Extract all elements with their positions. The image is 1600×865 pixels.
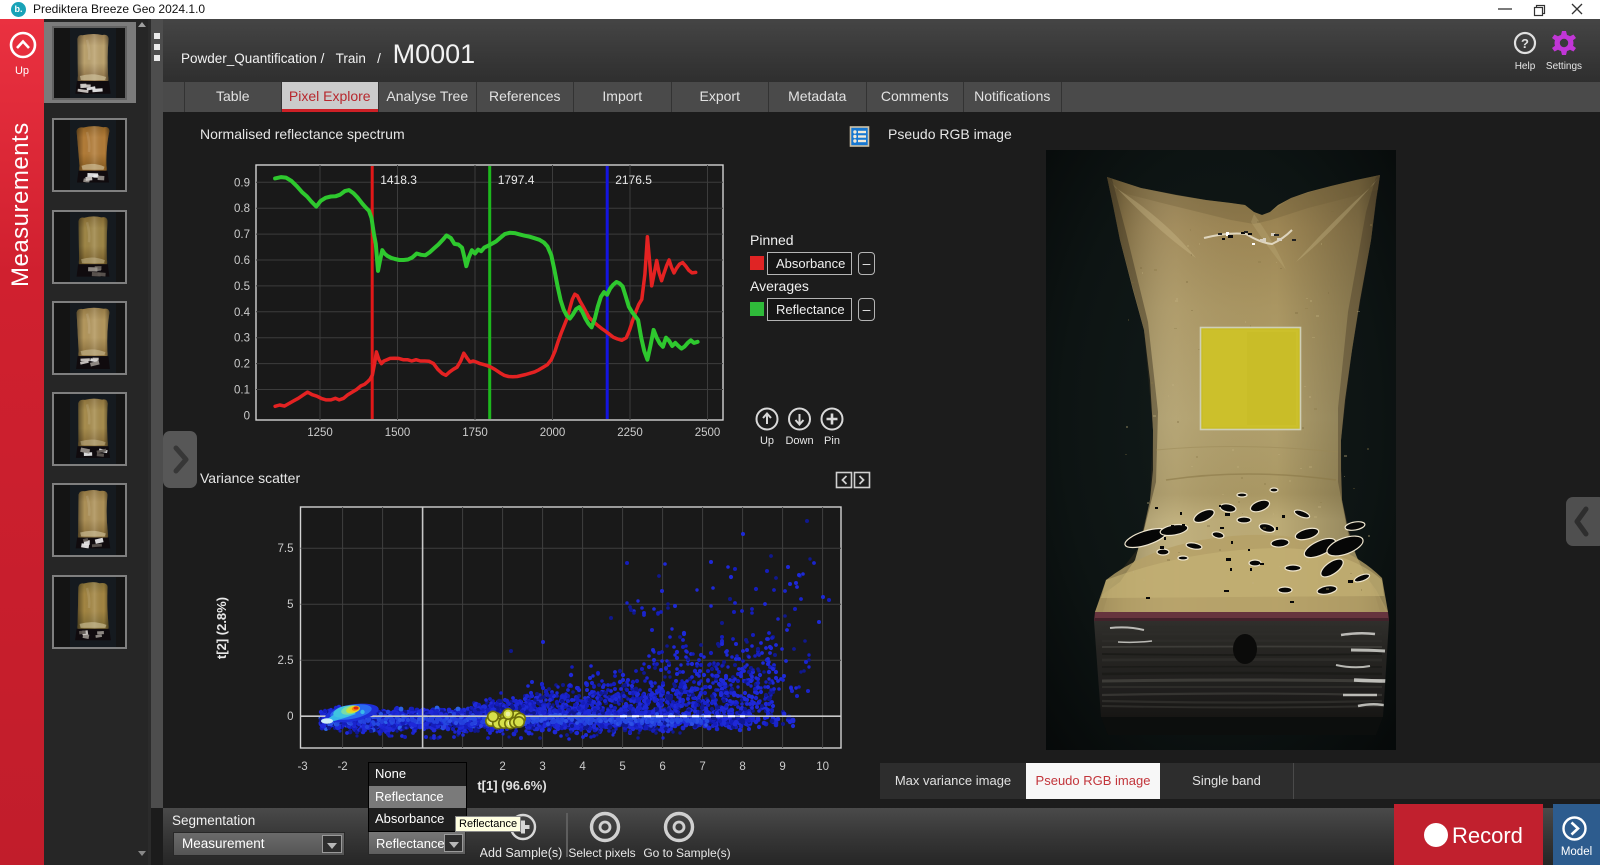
svg-text:Help: Help [1515, 61, 1536, 72]
svg-text:0.8: 0.8 [234, 203, 250, 215]
svg-text:Settings: Settings [1546, 61, 1582, 72]
svg-text:0.6: 0.6 [234, 255, 250, 267]
svg-text:0.9: 0.9 [234, 177, 250, 189]
svg-text:0.3: 0.3 [234, 333, 250, 345]
svg-text:0.2: 0.2 [234, 359, 250, 371]
svg-text:0.1: 0.1 [234, 385, 250, 397]
svg-text:1418.3: 1418.3 [380, 173, 417, 187]
svg-text:0: 0 [244, 410, 250, 422]
svg-text:0.5: 0.5 [234, 281, 250, 293]
svg-text:2250: 2250 [617, 427, 643, 439]
svg-text:0.7: 0.7 [234, 229, 250, 241]
svg-text:1797.4: 1797.4 [498, 173, 535, 187]
svg-text:0.4: 0.4 [234, 307, 251, 319]
svg-text:1250: 1250 [307, 427, 333, 439]
svg-text:?: ? [1521, 36, 1529, 51]
svg-text:2176.5: 2176.5 [615, 173, 652, 187]
svg-text:2500: 2500 [695, 427, 721, 439]
svg-text:1500: 1500 [385, 427, 411, 439]
svg-text:1750: 1750 [462, 427, 488, 439]
svg-text:2000: 2000 [540, 427, 566, 439]
